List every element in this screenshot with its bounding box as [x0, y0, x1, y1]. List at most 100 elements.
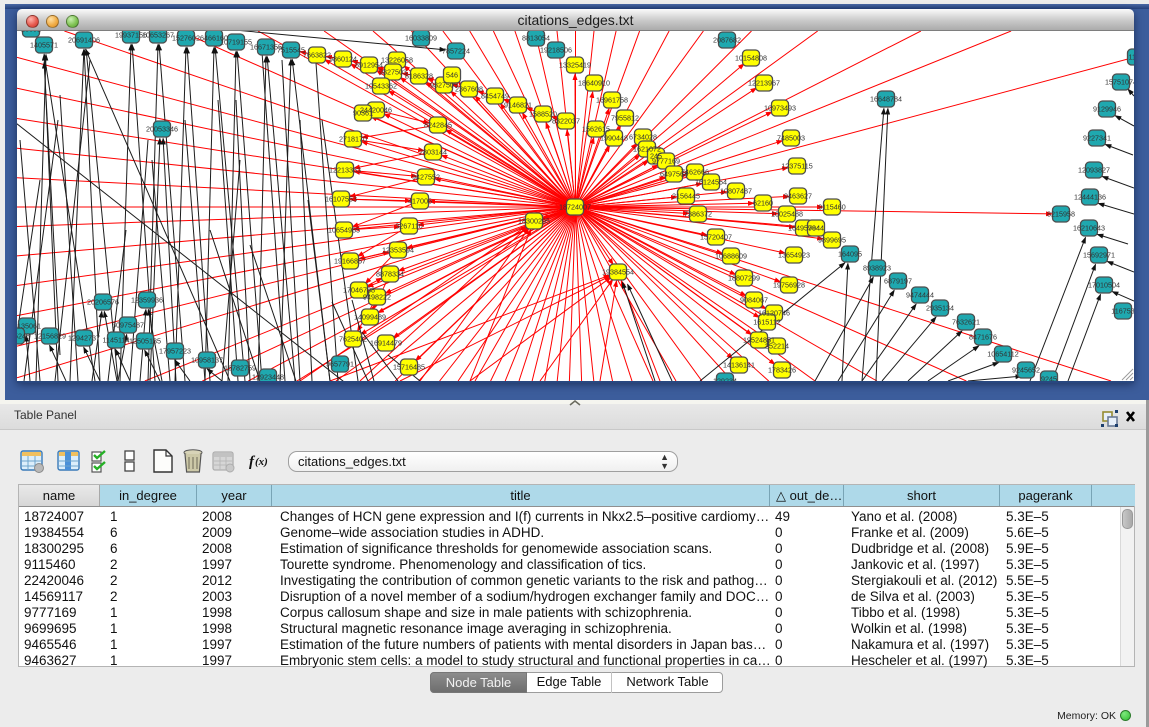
svg-text:16120746: 16120746: [758, 309, 790, 318]
svg-text:12093827: 12093827: [1078, 166, 1110, 175]
svg-text:9245: 9245: [1041, 375, 1057, 382]
svg-text:12353594: 12353594: [382, 246, 414, 255]
svg-text:2087682: 2087682: [713, 36, 741, 45]
svg-text:16782759: 16782759: [224, 364, 256, 373]
svg-text:18640910: 18640910: [578, 79, 610, 88]
svg-text:8471676: 8471676: [969, 333, 997, 342]
svg-text:13325419: 13325419: [559, 61, 591, 70]
svg-text:13654923: 13654923: [778, 251, 810, 260]
svg-text:9327505: 9327505: [430, 81, 458, 90]
svg-text:1527602: 1527602: [172, 34, 200, 43]
svg-text:546: 546: [446, 71, 458, 80]
svg-text:8878334: 8878334: [376, 270, 404, 279]
svg-text:7955812: 7955812: [611, 114, 639, 123]
svg-text:129234: 129234: [713, 377, 737, 382]
svg-text:15692971: 15692971: [1083, 251, 1115, 260]
svg-text:9844: 9844: [808, 224, 824, 233]
svg-text:9899695: 9899695: [818, 236, 846, 245]
svg-text:9227341: 9227341: [1083, 134, 1111, 143]
svg-text:10958137: 10958137: [191, 356, 223, 365]
svg-text:16210643: 16210643: [1073, 224, 1105, 233]
svg-text:7462666: 7462666: [681, 168, 709, 177]
svg-text:2156445: 2156445: [672, 192, 700, 201]
svg-text:10973493: 10973493: [764, 104, 796, 113]
svg-text:10543362: 10543362: [365, 82, 397, 91]
svg-text:16914479: 16914479: [370, 339, 402, 348]
svg-text:17957223: 17957223: [159, 347, 191, 356]
svg-text:12505135: 12505135: [129, 337, 161, 346]
svg-text:1615112: 1615112: [753, 318, 780, 327]
svg-text:7663822: 7663822: [303, 51, 331, 60]
svg-text:1562615: 1562615: [582, 125, 610, 134]
svg-text:10025488: 10025488: [771, 210, 803, 219]
svg-text:1405571: 1405571: [30, 41, 58, 50]
svg-text:19756928: 19756928: [773, 281, 805, 290]
svg-text:7515545: 7515545: [277, 46, 305, 55]
svg-text:18300295: 18300295: [518, 217, 550, 226]
svg-text:17010504: 17010504: [1088, 281, 1120, 290]
svg-text:2367608: 2367608: [455, 85, 483, 94]
svg-text:9777169: 9777169: [652, 157, 680, 166]
svg-text:8813054: 8813054: [522, 34, 550, 43]
svg-text:10719155: 10719155: [220, 38, 252, 47]
svg-text:10654985: 10654985: [328, 226, 360, 235]
svg-text:7625402: 7625402: [339, 335, 367, 344]
svg-text:8186328: 8186328: [405, 72, 433, 81]
svg-text:9474444: 9474444: [906, 291, 934, 300]
svg-text:7632621: 7632621: [952, 318, 980, 327]
svg-text:7485003: 7485003: [777, 134, 805, 143]
svg-text:10653267: 10653267: [142, 31, 174, 40]
svg-text:9327503: 9327503: [379, 68, 407, 77]
svg-text:7857224: 7857224: [442, 47, 470, 56]
svg-text:(x): (x): [255, 456, 268, 468]
svg-text:8215958: 8215958: [1047, 210, 1075, 219]
svg-text:7386372: 7386372: [684, 210, 712, 219]
svg-text:9463627: 9463627: [784, 192, 812, 201]
svg-text:10654112: 10654112: [987, 350, 1018, 359]
svg-text:23691: 23691: [21, 31, 41, 34]
svg-text:10154808: 10154808: [735, 54, 767, 63]
svg-text:90361: 90361: [353, 109, 373, 118]
svg-text:15720407: 15720407: [700, 233, 732, 242]
svg-text:20206576: 20206576: [87, 298, 119, 307]
svg-text:15716485: 15716485: [393, 363, 425, 372]
svg-text:16124554: 16124554: [695, 178, 727, 187]
svg-text:1990448: 1990448: [600, 134, 628, 143]
svg-text:12359936: 12359936: [131, 296, 163, 305]
svg-text:8322037: 8322037: [552, 117, 580, 126]
svg-text:18724007: 18724007: [559, 203, 591, 212]
svg-text:3267110: 3267110: [395, 222, 422, 231]
svg-text:14099489: 14099489: [354, 313, 386, 322]
svg-text:164095: 164095: [838, 250, 862, 259]
svg-text:16107553: 16107553: [325, 195, 357, 204]
svg-text:8242845: 8242845: [424, 121, 452, 130]
svg-text:9146821: 9146821: [504, 101, 532, 110]
svg-text:9115460: 9115460: [818, 203, 845, 212]
svg-text:9860124: 9860124: [329, 55, 357, 64]
svg-text:12156829: 12156829: [34, 332, 66, 341]
svg-text:20053346: 20053346: [146, 125, 178, 134]
svg-text:9129946: 9129946: [1093, 105, 1121, 114]
svg-text:9657791: 9657791: [326, 360, 354, 369]
svg-text:9084067: 9084067: [740, 296, 768, 305]
svg-text:14136141: 14136141: [723, 361, 755, 370]
svg-text:16033809: 16033809: [405, 34, 437, 43]
svg-text:252214: 252214: [765, 342, 789, 351]
svg-text:2935134: 2935134: [926, 304, 954, 313]
svg-text:12923448: 12923448: [252, 373, 284, 382]
svg-text:15751074: 15751074: [1105, 78, 1134, 87]
svg-text:4135061: 4135061: [17, 322, 41, 331]
svg-text:12375115: 12375115: [781, 162, 812, 171]
svg-text:20691406: 20691406: [68, 36, 100, 45]
svg-text:13226058: 13226058: [381, 56, 413, 65]
svg-text:16648784: 16648784: [870, 95, 902, 104]
svg-text:6879197: 6879197: [884, 277, 912, 286]
svg-text:2803144: 2803144: [419, 148, 447, 157]
svg-text:2718170: 2718170: [339, 135, 367, 144]
svg-text:10688609: 10688609: [715, 252, 747, 261]
svg-text:9498222: 9498222: [363, 293, 391, 302]
svg-text:1783426: 1783426: [768, 366, 796, 375]
svg-text:8938923: 8938923: [863, 264, 891, 273]
svg-text:9245652: 9245652: [1012, 366, 1040, 375]
svg-text:30975487: 30975487: [112, 321, 144, 330]
